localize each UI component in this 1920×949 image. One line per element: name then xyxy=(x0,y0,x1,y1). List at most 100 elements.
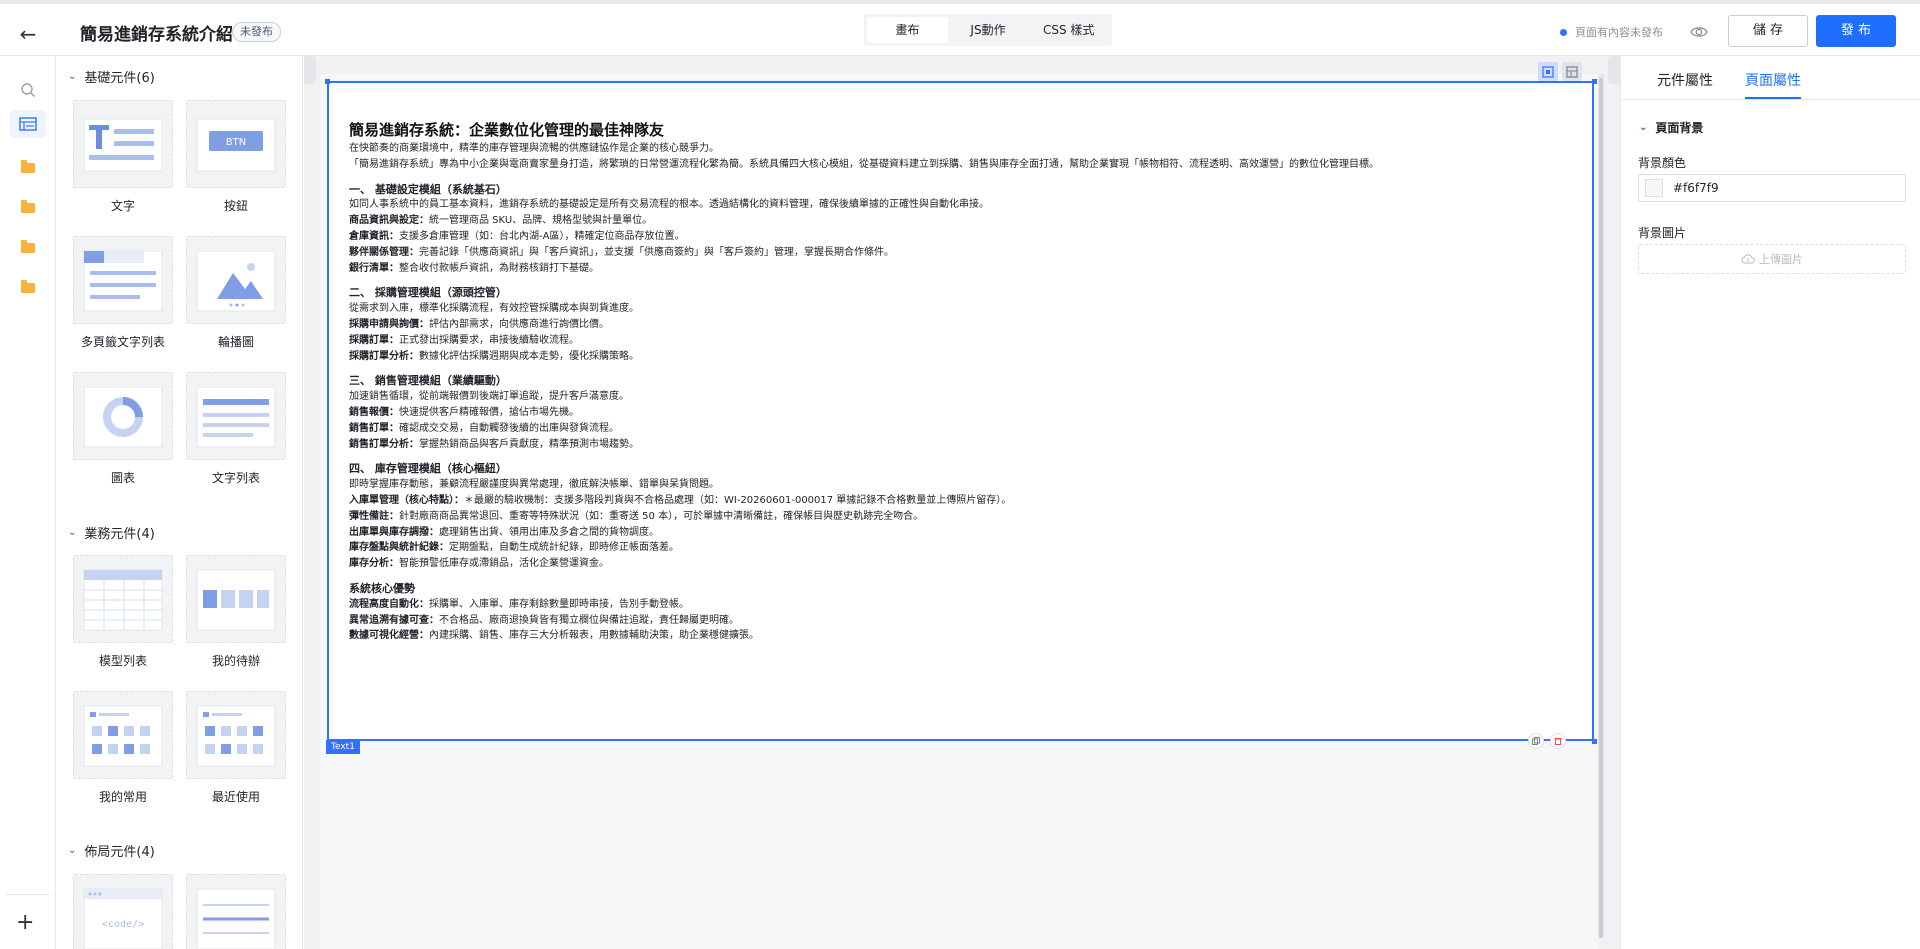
section-basic[interactable]: ⌄ 基礎元件(6) xyxy=(68,67,155,86)
copy-icon[interactable] xyxy=(1528,733,1544,749)
page-background-section[interactable]: ⌄ 頁面背景 xyxy=(1639,119,1703,136)
content-line: 倉庫資訊：支援多倉庫管理（如：台北內湖-A區），精確定位商品存放位置。 xyxy=(349,229,1579,245)
content-line: 異常追溯有據可查：不合格品、廠商退換貨皆有獨立欄位與備註追蹤，責任歸屬更明確。 xyxy=(349,613,1579,629)
component-button[interactable]: BTN 按鈕 xyxy=(186,100,286,214)
content-line-label: 庫存盤點與統計紀錄： xyxy=(349,542,449,554)
tab-canvas[interactable]: 畫布 xyxy=(867,17,948,43)
component-carousel[interactable]: 輪播圖 xyxy=(186,236,286,350)
publish-button[interactable]: 發 布 xyxy=(1816,15,1896,47)
content-line-label: 出庫單與庫存調撥： xyxy=(349,526,439,538)
component-label: 圖表 xyxy=(110,471,135,485)
save-state-text: 頁面有內容未發布 xyxy=(1575,26,1663,39)
component-text-list[interactable]: 文字列表 xyxy=(186,372,286,486)
color-swatch[interactable] xyxy=(1645,179,1663,197)
content-line-label: 銷售訂單： xyxy=(349,422,399,434)
content-line-label: 庫存分析： xyxy=(349,558,399,570)
resize-handle[interactable] xyxy=(1592,739,1597,744)
section-business[interactable]: ⌄ 業務元件(4) xyxy=(68,523,155,542)
content-line-text: 統一管理商品 SKU、品牌、規格型號與計量單位。 xyxy=(429,215,653,227)
content-line: 庫存盤點與統計紀錄：定期盤點，自動生成統計紀錄，即時修正帳面落差。 xyxy=(349,540,1579,556)
section-title: 業務元件(4) xyxy=(84,527,155,542)
left-rail: + xyxy=(0,56,56,949)
component-chart[interactable]: 圖表 xyxy=(73,372,173,486)
content-line-text: 評估內部需求，向供應商進行詢價比價。 xyxy=(429,318,609,330)
canvas-scrollbar-thumb[interactable] xyxy=(1599,78,1603,938)
section-title: 佈局元件(4) xyxy=(84,845,155,860)
folder-icon[interactable] xyxy=(18,198,38,218)
eye-icon[interactable] xyxy=(1690,23,1708,41)
component-recent[interactable]: 最近使用 xyxy=(186,691,286,805)
chart-thumbnail xyxy=(73,372,173,460)
page-title: 簡易進銷存系統介紹 xyxy=(80,25,233,45)
collapse-right-handle[interactable] xyxy=(1608,56,1620,84)
content-heading: 簡易進銷存系統：企業數位化管理的最佳神隊友 xyxy=(349,121,665,139)
rail-divider xyxy=(6,894,50,895)
content-line-label: 採購訂單分析： xyxy=(349,350,419,362)
delete-icon[interactable] xyxy=(1550,733,1566,749)
tab-page-props[interactable]: 頁面屬性 xyxy=(1745,70,1801,90)
section-layout[interactable]: ⌄ 佈局元件(4) xyxy=(68,841,155,860)
component-layout[interactable] xyxy=(186,874,286,949)
text-list-thumbnail xyxy=(186,372,286,460)
content-line-text: 數據化評估採購週期與成本走勢，優化採購策略。 xyxy=(419,350,639,362)
button-thumbnail: BTN xyxy=(186,100,286,188)
content-line-text: 即時掌握庫存動態，兼顧流程嚴謹度與異常處理，徹底解決帳單、錯單與呆貨問題。 xyxy=(349,479,719,491)
content-line-text: 掌握熱銷商品與客戶貢獻度，精準預測市場趨勢。 xyxy=(419,438,639,450)
content-line-text: 快速提供客戶精確報價，搶佔市場先機。 xyxy=(399,406,579,418)
add-icon[interactable]: + xyxy=(16,910,34,935)
component-code[interactable]: <code/> xyxy=(73,874,173,949)
component-my-favorites[interactable]: 我的常用 xyxy=(73,691,173,805)
content-line-label: 銷售報價： xyxy=(349,406,399,418)
recent-thumbnail xyxy=(186,691,286,779)
content-line-text: ＊最嚴的驗收機制：支援多階段判貨與不合格品處理（如：WI-20260601-00… xyxy=(464,494,1012,506)
upload-image-button[interactable]: 上傳圖片 xyxy=(1638,244,1906,274)
folder-icon[interactable] xyxy=(18,238,38,258)
tab-css-style[interactable]: CSS 樣式 xyxy=(1028,17,1109,43)
component-list-icon[interactable] xyxy=(10,110,46,138)
mode-tabs: 畫布 JS動作 CSS 樣式 xyxy=(864,14,1112,46)
collapse-left-handle[interactable] xyxy=(304,56,316,84)
component-label: 多頁籤文字列表 xyxy=(80,335,165,349)
tab-js-actions[interactable]: JS動作 xyxy=(948,17,1029,43)
content-line: 採購訂單分析：數據化評估採購週期與成本走勢，優化採購策略。 xyxy=(349,349,1579,365)
save-button[interactable]: 儲 存 xyxy=(1728,15,1808,47)
content-line-text: 定期盤點，自動生成統計紀錄，即時修正帳面落差。 xyxy=(449,542,679,554)
content-line-label: 採購申請與詢價： xyxy=(349,318,429,330)
content-line-text: 正式發出採購要求，串接後續驗收流程。 xyxy=(399,334,579,346)
folder-icon[interactable] xyxy=(18,278,38,298)
chevron-down-icon: ⌄ xyxy=(68,71,77,82)
properties-panel: 元件屬性 頁面屬性 ⌄ 頁面背景 背景顏色 #f6f7f9 背景圖片 上傳圖片 xyxy=(1620,56,1920,949)
component-multi-tab-list[interactable]: 多頁籤文字列表 xyxy=(73,236,173,350)
intro-line: 在快節奏的商業環境中，精準的庫存管理與流暢的供應鏈協作是企業的核心競爭力。 xyxy=(349,143,719,154)
content-line-label: 數據可視化經營： xyxy=(349,630,429,642)
component-label: 文字 xyxy=(110,199,135,213)
component-my-todo[interactable]: 我的待辦 xyxy=(186,555,286,669)
content-line: 銀行清單：整合收付款帳戶資訊，為財務核銷打下基礎。 xyxy=(349,261,1579,277)
folder-icon[interactable] xyxy=(18,158,38,178)
resize-handle[interactable] xyxy=(325,79,330,84)
content-line-label: 商品資訊與設定： xyxy=(349,215,429,227)
content-line-text: 採購單、入庫單、庫存剩餘數量即時串接，告別手動登帳。 xyxy=(429,598,689,610)
content-line: 流程高度自動化：採購單、入庫單、庫存剩餘數量即時串接，告別手動登帳。 xyxy=(349,597,1579,613)
back-arrow-icon[interactable]: ← xyxy=(18,24,38,44)
text-thumbnail xyxy=(73,100,173,188)
component-text[interactable]: 文字 xyxy=(73,100,173,214)
component-actions xyxy=(1528,733,1566,749)
content-line: 彈性備註：針對廠商商品異常退回、重寄等特殊狀況（如：重寄送 50 本），可於單據… xyxy=(349,509,1579,525)
tab-component-props[interactable]: 元件屬性 xyxy=(1657,70,1713,90)
model-list-thumbnail xyxy=(73,555,173,643)
text-component[interactable]: 簡易進銷存系統：企業數位化管理的最佳神隊友 在快節奏的商業環境中，精準的庫存管理… xyxy=(327,81,1594,741)
bg-color-field[interactable]: #f6f7f9 xyxy=(1638,174,1906,202)
search-icon[interactable] xyxy=(18,80,38,100)
bg-image-label: 背景圖片 xyxy=(1638,226,1687,240)
fit-view-icon[interactable] xyxy=(1538,62,1558,82)
resize-handle[interactable] xyxy=(1592,79,1597,84)
content-line-label: 採購訂單： xyxy=(349,334,399,346)
component-label: 最近使用 xyxy=(211,790,260,804)
content-line-text: 如同人事系統中的員工基本資料，進銷存系統的基礎設定是所有交易流程的根本。透過結構… xyxy=(349,199,989,211)
content-line-label: 彈性備註： xyxy=(349,510,399,522)
component-model-list[interactable]: 模型列表 xyxy=(73,555,173,669)
layout-view-icon[interactable] xyxy=(1562,62,1582,82)
properties-tabs: 元件屬性 頁面屬性 xyxy=(1621,56,1920,100)
content-line-text: 整合收付款帳戶資訊，為財務核銷打下基礎。 xyxy=(399,262,599,274)
